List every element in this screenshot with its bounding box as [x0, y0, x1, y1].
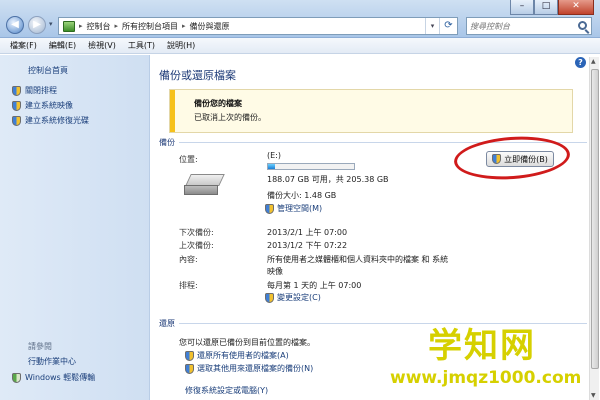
window-controls: – □ ✕	[510, 0, 594, 16]
sidebar-item-create-system-image[interactable]: 建立系統映像	[12, 100, 73, 111]
address-bar[interactable]: ▸ 控制台 ▸ 所有控制台項目 ▸ 備份與還原 ▾ ⟳	[58, 17, 458, 35]
drive-body-shape	[184, 185, 218, 195]
menu-tools[interactable]: 工具(T)	[128, 40, 155, 51]
restore-all-users-link[interactable]: 還原所有使用者的檔案(A)	[185, 350, 289, 361]
recover-system-link[interactable]: 修復系統設定或電腦(Y)	[185, 385, 268, 396]
restore-description: 您可以還原已備份到目前位置的檔案。	[179, 338, 315, 347]
main-content: ? 備份或還原檔案 備份您的檔案 已取消上次的備份。 備份 位置: (E:) 1…	[151, 55, 600, 400]
change-settings-link[interactable]: 變更設定(C)	[265, 292, 321, 303]
backup-notice: 備份您的檔案 已取消上次的備份。	[169, 89, 573, 133]
notice-text: 已取消上次的備份。	[194, 113, 266, 122]
section-divider	[179, 323, 587, 324]
menu-help[interactable]: 說明(H)	[167, 40, 195, 51]
location-value: (E:)	[267, 151, 281, 160]
uac-shield-icon	[12, 85, 21, 96]
disk-usage-fill	[268, 164, 275, 169]
select-other-backup-label: 選取其他用來還原檔案的備份(N)	[197, 364, 314, 373]
breadcrumb-all-items[interactable]: 所有控制台項目	[122, 21, 178, 32]
back-button[interactable]: ◀	[6, 16, 24, 34]
notice-accent-bar	[170, 90, 175, 132]
sidebar-item-create-repair-disc[interactable]: 建立系統修復光碟	[12, 115, 89, 126]
sidebar-item-label: 建立系統修復光碟	[25, 116, 89, 125]
last-backup-label: 上次備份:	[179, 241, 214, 250]
help-icon[interactable]: ?	[575, 57, 586, 68]
hard-drive-icon	[184, 174, 225, 198]
uac-shield-icon	[265, 203, 274, 214]
control-panel-icon	[63, 20, 75, 32]
sidebar-item-turn-off-schedule[interactable]: 關閉排程	[12, 85, 57, 96]
see-also-heading: 請參閱	[28, 342, 52, 351]
sidebar-item-label: 建立系統映像	[25, 101, 73, 110]
chevron-right-icon[interactable]: ▸	[115, 22, 119, 30]
next-backup-label: 下次備份:	[179, 228, 214, 237]
contents-value-line1: 所有使用者之媒體櫃和個人資料夾中的檔案 和 系統	[267, 255, 449, 264]
sidebar-control-panel-home[interactable]: 控制台首頁	[28, 65, 68, 76]
backup-now-label: 立即備份(B)	[504, 154, 548, 164]
search-icon[interactable]	[578, 21, 587, 30]
uac-shield-icon	[265, 292, 274, 303]
last-backup-value: 2013/1/2 下午 07:22	[267, 241, 348, 250]
breadcrumb-backup-restore[interactable]: 備份與還原	[190, 21, 230, 32]
minimize-button[interactable]: –	[510, 0, 534, 15]
contents-label: 內容:	[179, 255, 198, 264]
close-button[interactable]: ✕	[558, 0, 594, 15]
notice-title: 備份您的檔案	[194, 99, 242, 108]
scroll-thumb[interactable]	[591, 69, 599, 369]
uac-shield-icon	[12, 115, 21, 126]
uac-shield-icon	[185, 363, 194, 374]
free-space-text: 188.07 GB 可用，共 205.38 GB	[267, 175, 389, 184]
restore-all-users-label: 還原所有使用者的檔案(A)	[197, 351, 289, 360]
page-title: 備份或還原檔案	[159, 69, 236, 82]
refresh-icon[interactable]: ⟳	[439, 18, 457, 34]
easy-transfer-icon	[12, 372, 21, 383]
section-divider	[179, 142, 587, 143]
change-settings-label: 變更設定(C)	[277, 293, 321, 302]
search-box[interactable]	[466, 17, 592, 35]
menu-file[interactable]: 檔案(F)	[10, 40, 37, 51]
select-other-backup-link[interactable]: 選取其他用來還原檔案的備份(N)	[185, 363, 313, 374]
schedule-value: 每月第 1 天的 上午 07:00	[267, 281, 362, 290]
restore-section-heading: 還原	[159, 319, 175, 328]
backup-section-heading: 備份	[159, 138, 175, 147]
scroll-down-icon[interactable]: ▼	[591, 392, 596, 399]
title-bar: ◀ ▶ ▾ ▸ 控制台 ▸ 所有控制台項目 ▸ 備份與還原 ▾ ⟳ – □ ✕	[0, 0, 600, 38]
scroll-up-icon[interactable]: ▲	[591, 58, 596, 65]
menu-edit[interactable]: 編輯(E)	[49, 40, 76, 51]
next-backup-value: 2013/2/1 上午 07:00	[267, 228, 348, 237]
sidebar-item-windows-easy-transfer[interactable]: Windows 輕鬆傳輸	[12, 372, 95, 383]
backup-now-button[interactable]: 立即備份(B)	[486, 151, 554, 167]
schedule-label: 排程:	[179, 281, 198, 290]
maximize-button[interactable]: □	[534, 0, 558, 15]
contents-value-line2: 映像	[267, 267, 283, 276]
location-label: 位置:	[179, 155, 198, 164]
sidebar-item-label: 關閉排程	[25, 86, 57, 95]
menu-view[interactable]: 檢視(V)	[88, 40, 116, 51]
recent-pages-dropdown-icon[interactable]: ▾	[49, 20, 53, 28]
sidebar-item-label: Windows 輕鬆傳輸	[25, 373, 96, 382]
backup-size-text: 備份大小: 1.48 GB	[267, 191, 337, 200]
sidebar: 控制台首頁 關閉排程 建立系統映像 建立系統修復光碟 請參閱 行動作業中心 Wi…	[0, 55, 150, 400]
uac-shield-icon	[12, 100, 21, 111]
sidebar-item-action-center[interactable]: 行動作業中心	[28, 356, 76, 367]
menu-bar: 檔案(F) 編輯(E) 檢視(V) 工具(T) 說明(H)	[0, 38, 600, 54]
breadcrumb-control-panel[interactable]: 控制台	[87, 21, 111, 32]
manage-space-label: 管理空間(M)	[277, 204, 323, 213]
disk-usage-bar	[267, 163, 355, 170]
chevron-right-icon[interactable]: ▸	[182, 22, 186, 30]
uac-shield-icon	[185, 350, 194, 361]
uac-shield-icon	[492, 154, 502, 164]
address-history-dropdown-icon[interactable]: ▾	[425, 18, 439, 34]
vertical-scrollbar[interactable]: ▲ ▼	[589, 57, 599, 400]
chevron-right-icon[interactable]: ▸	[79, 22, 83, 30]
search-input[interactable]	[470, 20, 570, 32]
forward-button[interactable]: ▶	[28, 16, 46, 34]
manage-space-link[interactable]: 管理空間(M)	[265, 203, 322, 214]
